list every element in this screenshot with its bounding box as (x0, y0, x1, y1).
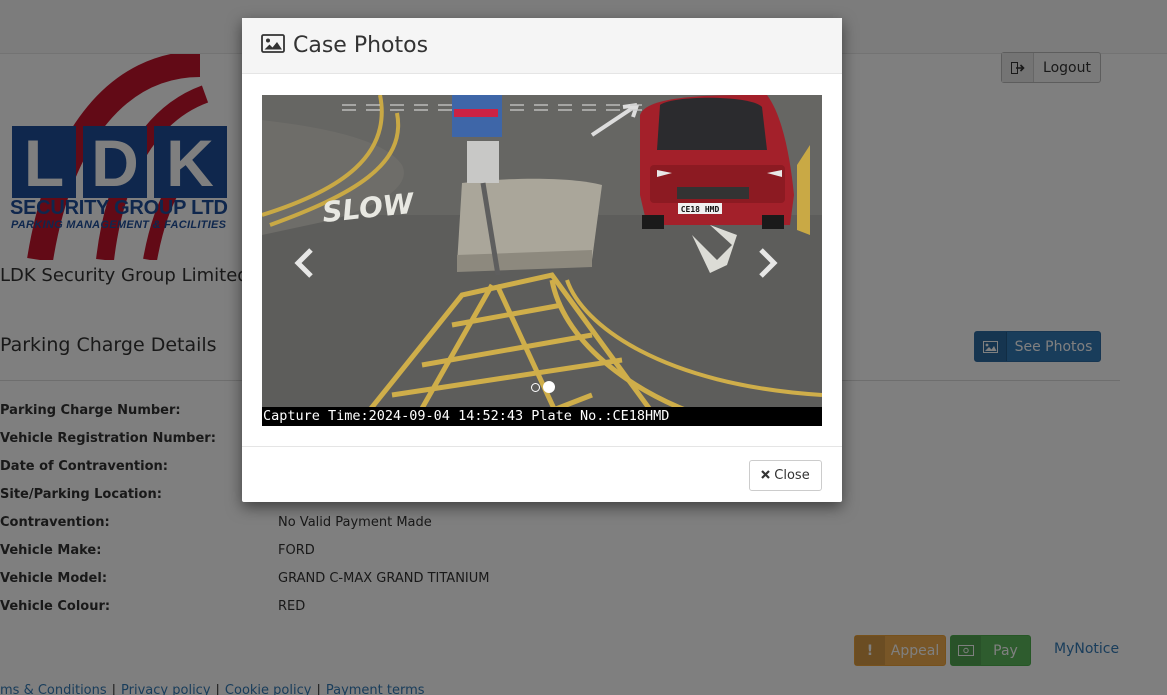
license-plate-text: CE18 HMD (681, 205, 720, 214)
carousel-indicator-2[interactable] (543, 381, 555, 393)
modal-footer: Close (242, 446, 842, 502)
chevron-left-icon (294, 248, 313, 278)
modal-header: Case Photos (242, 18, 842, 74)
carousel-indicator-1[interactable] (531, 382, 540, 392)
picture-icon (261, 34, 285, 57)
case-photos-modal: Case Photos SLOW CE18 HMD Capture Time:2… (242, 18, 842, 502)
capture-photo: SLOW CE18 HMD (262, 95, 822, 426)
photo-carousel[interactable]: SLOW CE18 HMD Capture Time:2024-09-04 14… (262, 95, 822, 426)
photo-caption: Capture Time:2024-09-04 14:52:43 Plate N… (262, 407, 822, 426)
close-button[interactable]: Close (749, 460, 822, 491)
modal-body: SLOW CE18 HMD Capture Time:2024-09-04 14… (262, 95, 822, 426)
carousel-next-button[interactable] (752, 243, 782, 283)
chevron-right-icon (759, 248, 778, 278)
carousel-prev-button[interactable] (290, 243, 320, 283)
modal-title: Case Photos (293, 33, 429, 58)
close-label: Close (774, 468, 810, 483)
carousel-indicators (531, 381, 555, 393)
close-icon (761, 468, 771, 483)
